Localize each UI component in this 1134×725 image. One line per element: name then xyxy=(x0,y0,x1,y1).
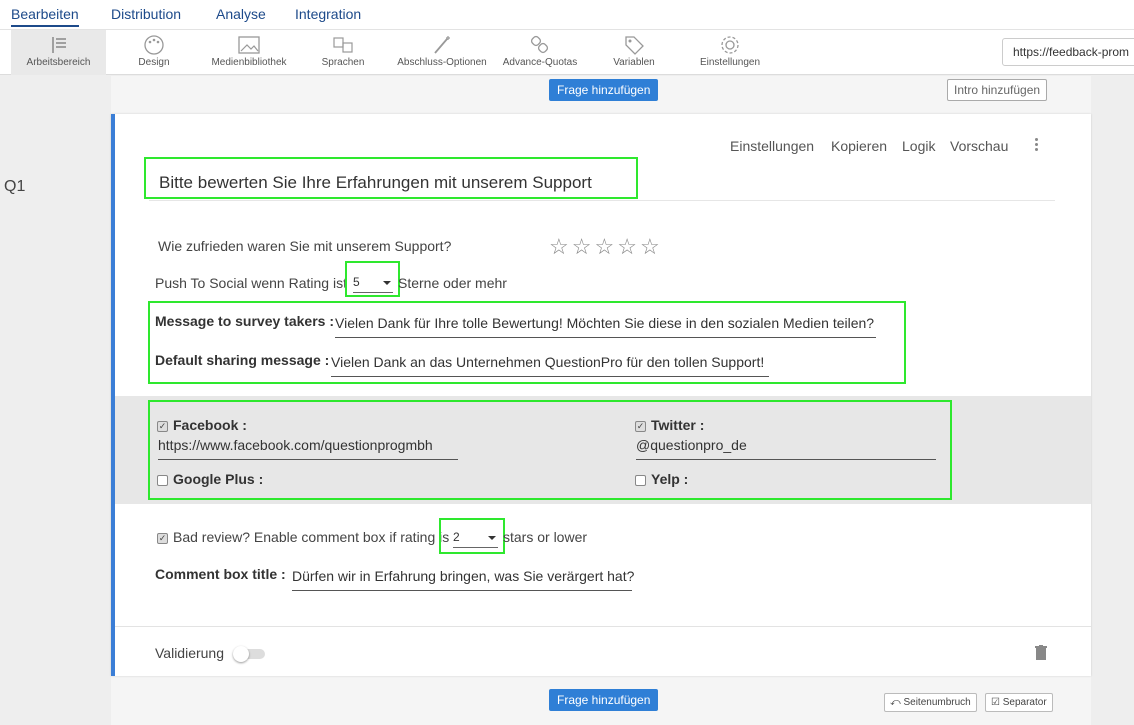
yelp-label: Yelp : xyxy=(651,471,689,487)
toolbar-label: Abschluss-Optionen xyxy=(397,57,487,68)
tag-icon xyxy=(625,36,644,55)
page-break-label: Seitenumbruch xyxy=(903,697,971,708)
push-social-prefix: Push To Social wenn Rating ist xyxy=(155,275,347,291)
separator-button[interactable]: ☑ Separator xyxy=(985,693,1053,712)
question-settings-link[interactable]: Einstellungen xyxy=(730,138,814,154)
question-card: Einstellungen Kopieren Logik Vorschau Bi… xyxy=(111,114,1091,676)
toolbar-media-button[interactable]: Medienbibliothek xyxy=(204,30,294,75)
validation-label: Validierung xyxy=(155,645,225,661)
more-options-icon[interactable] xyxy=(1033,136,1039,154)
toolbar-label: Variablen xyxy=(613,57,655,68)
toolbar-completion-button[interactable]: Abschluss-Optionen xyxy=(393,30,491,75)
top-navigation: Bearbeiten Distribution Analyse Integrat… xyxy=(0,0,1134,30)
toolbar-label: Einstellungen xyxy=(699,57,761,68)
toolbar-variables-button[interactable]: Variablen xyxy=(604,30,664,75)
twitter-checkbox[interactable]: ✓ xyxy=(635,421,646,432)
star-icon[interactable]: ☆ xyxy=(572,234,595,259)
tab-bearbeiten[interactable]: Bearbeiten xyxy=(11,6,79,27)
workspace-icon xyxy=(51,37,66,53)
separator-label: Separator xyxy=(1002,697,1047,708)
bad-review-checkbox[interactable]: ✓ xyxy=(157,533,168,544)
gear-icon xyxy=(721,36,739,54)
question-title[interactable]: Bitte bewerten Sie Ihre Erfahrungen mit … xyxy=(159,173,592,193)
question-preview-link[interactable]: Vorschau xyxy=(950,138,1008,154)
star-icon[interactable]: ☆ xyxy=(549,234,572,259)
bad-review-value: 2 xyxy=(453,530,460,544)
toolbar-design-button[interactable]: Design xyxy=(119,30,189,75)
tab-analyse[interactable]: Analyse xyxy=(216,6,266,22)
link-icon xyxy=(530,35,549,54)
social-section: ✓ Facebook : https://www.facebook.com/qu… xyxy=(115,396,1091,504)
sharing-label: Default sharing message : xyxy=(155,352,330,368)
facebook-url-input[interactable]: https://www.facebook.com/questionprogmbh xyxy=(158,437,458,460)
add-question-button-top[interactable]: Frage hinzufügen xyxy=(549,79,659,101)
question-number: Q1 xyxy=(4,178,26,195)
facebook-label: Facebook : xyxy=(173,417,247,433)
page-break-button[interactable]: ⤺ Seitenumbruch xyxy=(884,693,977,712)
push-rating-value: 5 xyxy=(353,275,360,289)
image-icon xyxy=(238,36,260,54)
survey-url-field[interactable]: https://feedback-prom xyxy=(1002,38,1134,66)
tab-distribution[interactable]: Distribution xyxy=(111,6,181,22)
toolbar-languages-button[interactable]: Sprachen xyxy=(313,30,373,75)
push-rating-select[interactable]: 5 xyxy=(353,275,393,293)
message-label: Message to survey takers : xyxy=(155,313,334,329)
push-social-suffix: Sterne oder mehr xyxy=(398,275,507,291)
toolbar-label: Advance-Quotas xyxy=(502,57,578,68)
tab-integration[interactable]: Integration xyxy=(295,6,361,22)
bad-review-select[interactable]: 2 xyxy=(453,530,498,548)
google-plus-label: Google Plus : xyxy=(173,471,264,487)
toolbar-settings-button[interactable]: Einstellungen xyxy=(695,30,765,75)
bad-review-prefix: Bad review? Enable comment box if rating… xyxy=(173,529,450,545)
star-icon[interactable]: ☆ xyxy=(617,234,640,259)
toolbar-label: Design xyxy=(138,57,170,68)
sharing-input[interactable]: Vielen Dank an das Unternehmen QuestionP… xyxy=(331,354,769,377)
separator-icon: ☑ xyxy=(991,697,1003,708)
translate-icon xyxy=(333,37,353,53)
toolbar-label: Arbeitsbereich xyxy=(26,57,91,68)
card-footer-divider xyxy=(115,626,1091,627)
title-divider xyxy=(149,200,1055,201)
google-plus-checkbox[interactable] xyxy=(157,475,168,486)
twitter-handle-input[interactable]: @questionpro_de xyxy=(636,437,936,460)
toolbar-quotas-button[interactable]: Advance-Quotas xyxy=(500,30,580,75)
yelp-checkbox[interactable] xyxy=(635,475,646,486)
palette-icon xyxy=(144,35,164,55)
star-icon[interactable]: ☆ xyxy=(594,234,617,259)
star-icon[interactable]: ☆ xyxy=(640,234,663,259)
question-copy-link[interactable]: Kopieren xyxy=(831,138,887,154)
comment-box-input[interactable]: Dürfen wir in Erfahrung bringen, was Sie… xyxy=(292,568,634,591)
editor-toolbar: Arbeitsbereich Design Medienbibliothek S… xyxy=(0,30,1134,75)
toolbar-workspace-button[interactable]: Arbeitsbereich xyxy=(11,30,106,75)
facebook-checkbox[interactable]: ✓ xyxy=(157,421,168,432)
page-break-icon: ⤺ xyxy=(890,697,904,708)
trash-icon[interactable] xyxy=(1035,645,1047,660)
bad-review-suffix: stars or lower xyxy=(503,529,588,545)
add-question-button-bottom[interactable]: Frage hinzufügen xyxy=(549,689,659,711)
message-input[interactable]: Vielen Dank für Ihre tolle Bewertung! Mö… xyxy=(335,315,876,338)
add-intro-button[interactable]: Intro hinzufügen xyxy=(947,79,1048,101)
twitter-label: Twitter : xyxy=(651,417,705,433)
magic-wand-icon xyxy=(434,36,450,54)
question-logic-link[interactable]: Logik xyxy=(902,138,935,154)
toolbar-label: Medienbibliothek xyxy=(211,57,287,68)
validation-toggle[interactable] xyxy=(233,646,265,662)
rating-question-text: Wie zufrieden waren Sie mit unserem Supp… xyxy=(158,238,452,254)
toolbar-label: Sprachen xyxy=(321,57,365,68)
comment-box-label: Comment box title : xyxy=(155,566,286,582)
star-rating[interactable]: ☆☆☆☆☆ xyxy=(549,234,663,260)
